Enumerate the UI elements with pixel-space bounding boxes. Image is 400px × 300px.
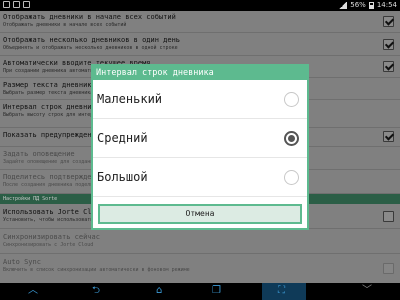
setting-subtitle: Синхронизировать с Jorte Cloud (3, 242, 94, 248)
setting-subtitle: Отображать дневники в начале всех событи… (3, 22, 127, 28)
setting-title: Отображать несколько дневников в один де… (3, 36, 181, 44)
notification-icon (3, 1, 10, 8)
setting-checkbox[interactable] (383, 39, 394, 50)
option-large[interactable]: Большой (93, 158, 307, 197)
notification-icon (13, 1, 20, 8)
cancel-button[interactable]: Отмена (98, 204, 302, 224)
radio-button-selected[interactable] (284, 131, 299, 146)
setting-title: Размер текста дневника (3, 81, 96, 89)
option-small[interactable]: Маленький (93, 80, 307, 119)
option-medium[interactable]: Средний (93, 119, 307, 158)
settings-row[interactable]: Отображать дневники в начале всех событи… (0, 11, 400, 33)
notification-icons (3, 1, 30, 8)
setting-checkbox[interactable] (383, 61, 394, 72)
setting-subtitle: Объединять и отображать несколько дневни… (3, 45, 178, 51)
home-icon[interactable]: ⌂ (156, 286, 162, 296)
setting-checkbox[interactable] (383, 263, 394, 274)
setting-checkbox[interactable] (383, 211, 394, 222)
notification-icon (23, 1, 30, 8)
screenshot-icon[interactable]: ⛶ (278, 286, 285, 296)
status-bar: 56% 14:54 (0, 0, 400, 11)
settings-row[interactable]: Синхронизировать сейчас Синхронизировать… (0, 229, 400, 254)
recent-apps-icon[interactable]: ❐ (212, 286, 221, 296)
setting-checkbox[interactable] (383, 16, 394, 27)
dialog-title: Интервал строк дневника (93, 66, 307, 80)
settings-row[interactable]: Отображать несколько дневников в один де… (0, 33, 400, 56)
setting-checkbox[interactable] (383, 131, 394, 142)
option-label: Большой (97, 170, 148, 184)
setting-subtitle: Выбрать высоту строк для интервала (3, 112, 106, 118)
radio-button[interactable] (284, 92, 299, 107)
back-icon[interactable]: ⮌ (92, 286, 100, 296)
setting-title: Auto Sync (3, 258, 41, 266)
setting-subtitle: Выбрать размер текста дневника (3, 90, 94, 96)
setting-title: Интервал строк дневника (3, 103, 100, 111)
down-chevron-icon[interactable]: ﹀ (362, 286, 372, 296)
setting-title: Отображать дневники в начале всех событи… (3, 13, 176, 21)
section-header-label: Настройки ПД Sorte (3, 196, 58, 202)
settings-row[interactable]: Auto Sync Включить в список синхронизаци… (0, 254, 400, 283)
line-spacing-dialog: Интервал строк дневника Маленький Средни… (91, 64, 309, 230)
radio-button[interactable] (284, 170, 299, 185)
setting-title: Синхронизировать сейчас (3, 233, 100, 241)
clock: 14:54 (376, 1, 397, 9)
signal-icon (339, 1, 348, 9)
option-label: Средний (97, 131, 148, 145)
setting-subtitle: Включить в список синхронизации автомати… (3, 267, 190, 273)
setting-title: Показать предупреждение (3, 131, 100, 139)
setting-title: Задать оповещение (3, 150, 75, 158)
setting-title: Использовать Jorte Cloud (3, 208, 105, 216)
option-label: Маленький (97, 92, 163, 106)
navigation-bar: ︿ ⮌ ⌂ ❐ ⛶ ﹀ (0, 283, 400, 300)
up-chevron-icon[interactable]: ︿ (28, 286, 38, 296)
battery-icon (368, 1, 374, 9)
battery-percent: 56% (350, 1, 366, 9)
